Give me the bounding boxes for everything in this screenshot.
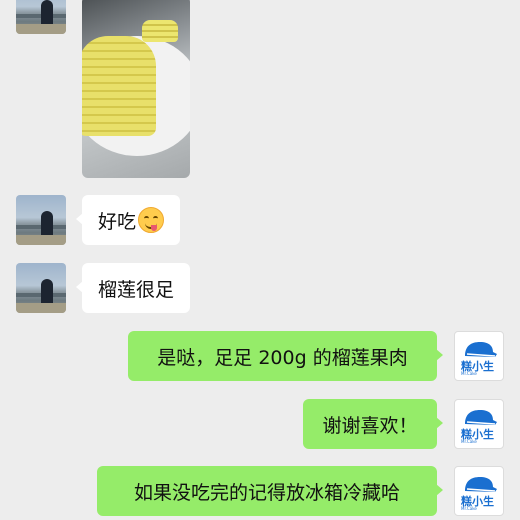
message-text: 榴莲很足 [98,278,175,301]
message-text: 是哒，足足 200g 的榴莲果肉 [157,346,408,369]
hat-icon [465,477,497,492]
shop-brand-subtitle: Mr.Cake [461,371,477,376]
shop-brand-subtitle: Mr.Cake [461,506,477,511]
avatar-ground [16,303,66,313]
savoring-food-emoji-icon [138,207,165,233]
shop-avatar[interactable]: 糕小生 Mr.Cake [454,331,504,381]
user-avatar[interactable] [16,195,66,245]
shop-brand-subtitle: Mr.Cake [461,439,477,444]
incoming-message-bubble[interactable]: 榴莲很足 [75,263,191,313]
outgoing-message-bubble[interactable]: 谢谢喜欢！ [303,399,443,449]
hat-icon [465,342,497,357]
cake-photo-message[interactable] [82,0,190,178]
avatar-person [41,0,53,26]
message-text: 谢谢喜欢！ [322,414,418,437]
photo-durian-crepe-cake [82,36,156,136]
outgoing-message-bubble[interactable]: 是哒，足足 200g 的榴莲果肉 [128,331,443,381]
message-text: 如果没吃完的记得放冰箱冷藏哈 [133,481,400,504]
message-text: 好吃 [98,210,137,233]
shop-avatar[interactable]: 糕小生 Mr.Cake [454,399,504,449]
user-avatar[interactable] [16,0,66,34]
photo-cake-slice [142,20,178,42]
shop-avatar[interactable]: 糕小生 Mr.Cake [454,466,504,516]
outgoing-message-bubble[interactable]: 如果没吃完的记得放冰箱冷藏哈 [97,466,443,516]
user-avatar[interactable] [16,263,66,313]
emoji-tongue [151,225,158,231]
incoming-message-bubble[interactable]: 好吃 [75,195,181,245]
avatar-ground [16,235,66,245]
avatar-ground [16,24,66,34]
avatar-person [41,279,53,305]
avatar-person [41,211,53,237]
hat-icon [465,410,497,425]
chat-window: 好吃 榴莲很足 是哒，足足 200g 的榴莲果肉 糕小生 Mr.Cake 谢谢喜… [0,0,520,520]
